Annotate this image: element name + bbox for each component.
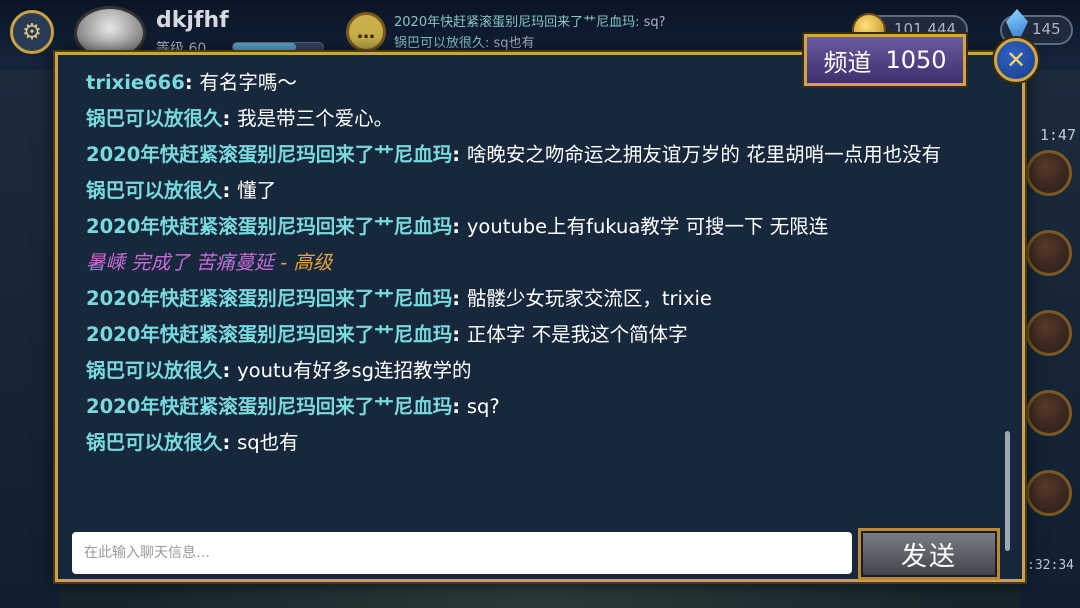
channel-number: 1050: [885, 46, 947, 74]
message-separator: :: [185, 55, 200, 58]
chat-preview-line-2[interactable]: 锅巴可以放很久: sq也有: [394, 32, 535, 51]
side-menu-icon-4[interactable]: [1026, 390, 1072, 436]
message-text: 啥晚安之吻命运之拥友谊万岁的 花里胡哨一点用也没有: [466, 143, 942, 166]
chat-message: 锅巴可以放很久: youtu有好多sg连招教学的: [86, 353, 986, 389]
message-text: sq也有: [237, 431, 299, 454]
message-sender[interactable]: 2020年快赶紧滚蛋别尼玛回来了艹尼血玛: [86, 395, 452, 418]
system-message-grade: - 高级: [273, 251, 333, 274]
message-text: LINE有群喔！相加: [199, 55, 360, 58]
settings-gear-icon[interactable]: ⚙: [10, 10, 54, 54]
chat-message: 锅巴可以放很久: sq也有: [86, 425, 986, 461]
channel-label: 频道: [823, 48, 872, 77]
message-separator: :: [452, 287, 467, 310]
chat-input-container: [72, 532, 852, 574]
channel-badge[interactable]: 频道 1050: [804, 34, 966, 86]
message-text: 有名字嗎～: [199, 71, 297, 94]
message-sender[interactable]: 锅巴可以放很久: [86, 359, 223, 382]
message-sender[interactable]: 2020年快赶紧滚蛋别尼玛回来了艹尼血玛: [86, 143, 452, 166]
close-icon[interactable]: ✕: [994, 38, 1038, 82]
side-menu-icon-2[interactable]: [1026, 230, 1072, 276]
message-separator: :: [452, 323, 467, 346]
message-text: 正体字 不是我这个简体字: [466, 323, 688, 346]
right-side-panel: [1020, 70, 1080, 608]
message-sender[interactable]: 锅巴可以放很久: [86, 179, 223, 202]
message-separator: :: [184, 71, 200, 94]
side-menu-icon-3[interactable]: [1026, 310, 1072, 356]
chat-message-list[interactable]: trixie666: LINE有群喔！相加 trixie666: 有名字嗎～ 锅巴可…: [86, 55, 986, 510]
preview-sender: 锅巴可以放很久: [394, 36, 486, 51]
message-separator: :: [452, 215, 467, 238]
message-text: 我是带三个爱心。: [237, 107, 394, 130]
message-sender[interactable]: 锅巴可以放很久: [86, 107, 223, 130]
message-sender[interactable]: 锅巴可以放很久: [86, 431, 223, 454]
message-separator: :: [222, 179, 238, 202]
send-button[interactable]: 发送: [858, 528, 1000, 580]
preview-text: : sq也有: [485, 36, 535, 51]
chat-message: 2020年快赶紧滚蛋别尼玛回来了艹尼血玛: youtube上有fukua教学 可…: [86, 209, 986, 245]
chat-preview-line-1[interactable]: 2020年快赶紧滚蛋别尼玛回来了艹尼血玛: sq?: [394, 11, 666, 30]
message-sender[interactable]: 2020年快赶紧滚蛋别尼玛回来了艹尼血玛: [86, 287, 452, 310]
chat-scrollbar[interactable]: [1005, 431, 1010, 551]
message-sender[interactable]: trixie666: [86, 55, 185, 58]
level-progress-fill: [233, 43, 296, 51]
message-separator: :: [222, 359, 238, 382]
player-name: dkjfhf: [156, 8, 229, 33]
system-message-text: 暑嵊 完成了 苦痛蔓延: [86, 251, 274, 274]
chat-message: 2020年快赶紧滚蛋别尼玛回来了艹尼血玛: sq?: [86, 389, 986, 425]
system-message: 暑嵊 完成了 苦痛蔓延 - 高级: [86, 245, 986, 281]
message-sender[interactable]: 2020年快赶紧滚蛋别尼玛回来了艹尼血玛: [86, 215, 452, 238]
message-separator: :: [452, 395, 467, 418]
message-text: sq?: [466, 395, 500, 418]
event-timer: 7:32:34: [1019, 558, 1074, 573]
side-menu-icon-1[interactable]: [1026, 150, 1072, 196]
side-timer: 1:47: [1039, 126, 1076, 144]
chat-dialog: trixie666: LINE有群喔！相加 trixie666: 有名字嗎～ 锅巴可…: [55, 52, 1025, 582]
message-separator: :: [222, 107, 238, 130]
chat-bubble-icon[interactable]: …: [346, 12, 386, 52]
chat-message: 2020年快赶紧滚蛋别尼玛回来了艹尼血玛: 骷髅少女玩家交流区，trixie: [86, 281, 986, 317]
message-text: youtube上有fukua教学 可搜一下 无限连: [466, 215, 829, 238]
chat-input[interactable]: [72, 532, 852, 574]
message-separator: :: [452, 143, 467, 166]
preview-sender: 2020年快赶紧滚蛋别尼玛回来了艹尼血玛: [394, 15, 636, 30]
left-side-panel: [0, 70, 60, 608]
level-progress-bar: [232, 42, 324, 52]
message-text: youtu有好多sg连招教学的: [237, 359, 472, 382]
chat-message: 2020年快赶紧滚蛋别尼玛回来了艹尼血玛: 正体字 不是我这个简体字: [86, 317, 986, 353]
message-text: 懂了: [237, 179, 277, 202]
message-separator: :: [222, 431, 238, 454]
message-text: 骷髅少女玩家交流区，trixie: [466, 287, 712, 310]
gem-amount: 145: [1032, 20, 1061, 38]
side-menu-icon-5[interactable]: [1026, 470, 1072, 516]
chat-message: 锅巴可以放很久: 懂了: [86, 173, 986, 209]
message-sender[interactable]: 2020年快赶紧滚蛋别尼玛回来了艹尼血玛: [86, 323, 452, 346]
message-sender[interactable]: trixie666: [86, 71, 185, 94]
preview-text: : sq?: [635, 15, 666, 30]
chat-message: 锅巴可以放很久: 我是带三个爱心。: [86, 101, 986, 137]
chat-message: 2020年快赶紧滚蛋别尼玛回来了艹尼血玛: 啥晚安之吻命运之拥友谊万岁的 花里胡…: [86, 137, 986, 173]
